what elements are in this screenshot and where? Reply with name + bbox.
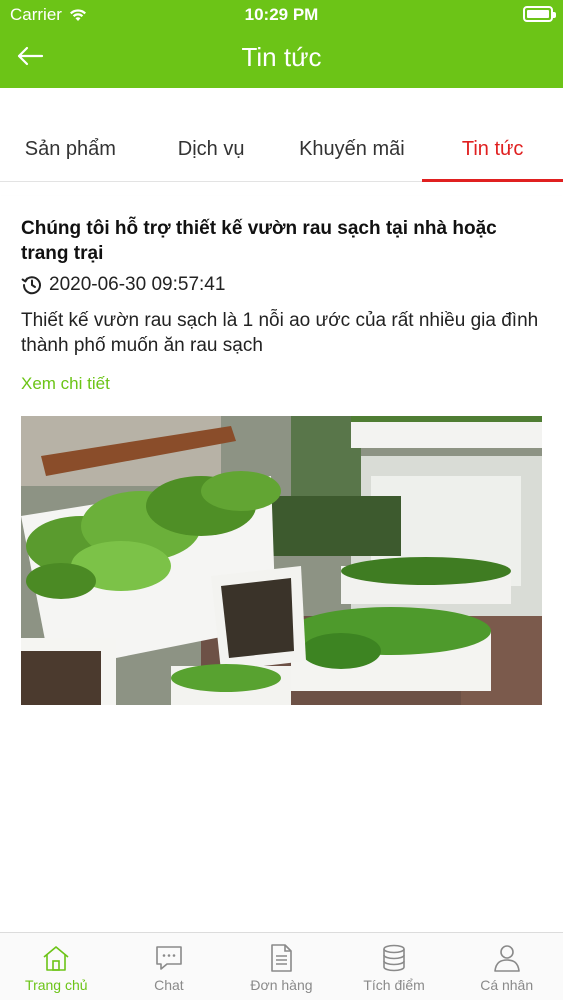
history-icon [21,276,41,295]
article-description: Thiết kế vườn rau sạch là 1 nỗi ao ước c… [21,310,539,356]
tab-services[interactable]: Dịch vụ [141,118,282,181]
status-bar: Carrier 10:29 PM [0,0,563,30]
tabbar-home[interactable]: Trang chủ [0,933,113,1000]
app-header: Carrier 10:29 PM Tin tức [0,0,563,88]
tabbar-chat-label: Chat [154,977,184,993]
vegetable-garden-photo[interactable] [21,416,542,705]
document-icon [271,944,293,972]
navigation-bar: Tin tức [0,30,563,88]
tabbar-points-label: Tích điểm [363,977,425,993]
battery-icon [523,6,556,22]
user-icon [493,945,520,972]
article-date-row: 2020-06-30 09:57:41 [21,274,225,296]
tab-products[interactable]: Sản phẩm [0,118,141,181]
news-card[interactable]: Chúng tôi hỗ trợ thiết kế vườn rau sạch … [0,196,563,720]
tabbar-home-label: Trang chủ [25,977,88,993]
tabbar-orders[interactable]: Đơn hàng [225,933,338,1000]
page-title: Tin tức [241,42,322,72]
tabbar-chat[interactable]: Chat [113,933,226,1000]
tabbar-profile-label: Cá nhân [480,977,534,993]
bottom-tab-bar: Trang chủ Chat Đơn hàng Tích điểm Cá nhâ… [0,932,563,1000]
category-tabs: Sản phẩm Dịch vụ Khuyến mãi Tin tức [0,118,563,182]
home-icon [43,946,69,971]
tabbar-profile[interactable]: Cá nhân [450,933,563,1000]
clock: 10:29 PM [244,5,319,24]
article-title[interactable]: Chúng tôi hỗ trợ thiết kế vườn rau sạch … [21,216,543,266]
tab-news[interactable]: Tin tức [422,118,563,182]
database-icon [383,944,405,972]
empty-list-area [0,720,563,932]
read-more-link[interactable]: Xem chi tiết [21,374,110,394]
tab-promotions[interactable]: Khuyến mãi [282,118,423,181]
tabbar-points[interactable]: Tích điểm [338,933,451,1000]
chat-icon [156,946,182,970]
tabbar-orders-label: Đơn hàng [250,977,313,993]
article-date: 2020-06-30 09:57:41 [49,274,226,295]
garden-illustration [21,416,542,705]
